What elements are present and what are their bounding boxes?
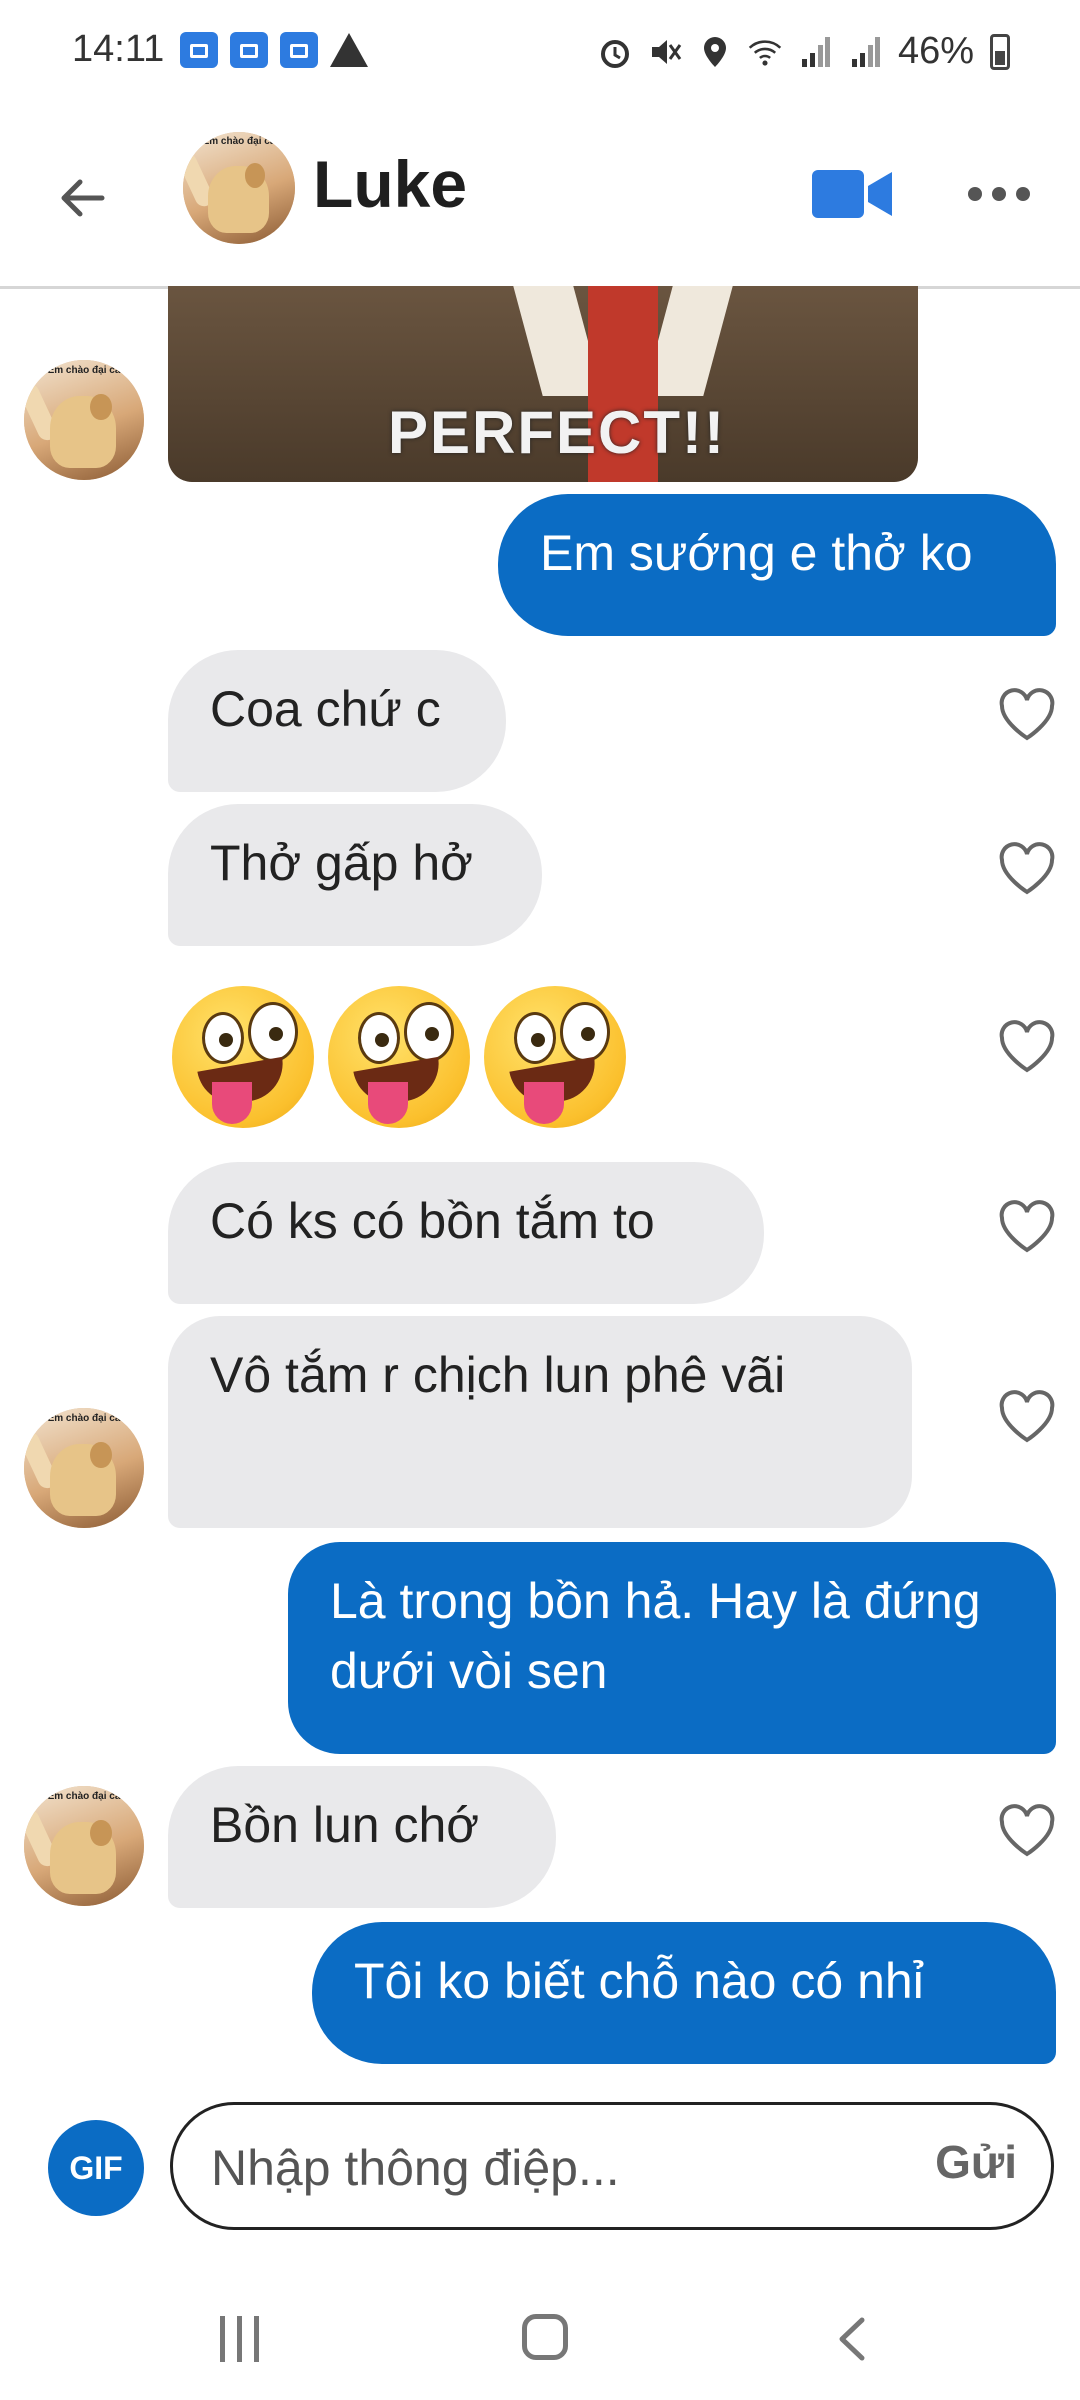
nav-back-icon[interactable] [830, 2316, 876, 2362]
more-options-button[interactable] [968, 174, 1038, 214]
avatar-caption: Em chào đại ca [202, 136, 276, 148]
zany-face-emoji [484, 986, 626, 1128]
home-icon[interactable] [522, 2314, 568, 2360]
back-button[interactable] [54, 168, 114, 228]
battery-icon [990, 33, 1010, 70]
chat-header: Em chào đại ca Luke [0, 110, 1080, 289]
location-icon [698, 35, 732, 69]
contact-name[interactable]: Luke [313, 146, 467, 222]
contact-avatar[interactable]: Em chào đại ca [183, 132, 295, 244]
more-icon-dot [992, 187, 1006, 201]
system-icons: 46% [598, 30, 1010, 73]
message-incoming[interactable]: Coa chứ c [168, 650, 506, 792]
more-icon-dot [1016, 187, 1030, 201]
message-incoming[interactable]: Bồn lun chớ [168, 1766, 556, 1908]
zany-face-emoji [172, 986, 314, 1128]
send-button[interactable]: Gửi [935, 2135, 1017, 2189]
heart-icon[interactable] [998, 1390, 1056, 1444]
avatar-caption: Em chào đại ca [47, 1790, 121, 1802]
notification-app-icon [180, 32, 218, 68]
sender-avatar[interactable]: Em chào đại ca [24, 1408, 144, 1528]
notification-app-icon [230, 32, 268, 68]
warning-icon [330, 33, 368, 67]
message-incoming[interactable]: Thở gấp hở [168, 804, 542, 946]
battery-percent: 46% [897, 30, 974, 72]
system-nav-bar [0, 2280, 1080, 2400]
message-input[interactable] [209, 2127, 853, 2209]
gif-button[interactable]: GIF [48, 2120, 144, 2216]
status-time: 14:11 [72, 28, 165, 70]
emoji-message[interactable] [172, 986, 626, 1128]
heart-icon[interactable] [998, 1020, 1056, 1074]
message-outgoing[interactable]: Em sướng e thở ko [498, 494, 1056, 636]
message-composer: Gửi [170, 2102, 1054, 2230]
heart-icon[interactable] [998, 842, 1056, 896]
notification-icons [180, 32, 368, 68]
recent-apps-icon[interactable] [220, 2316, 272, 2362]
gif-caption: PERFECT!! [388, 399, 726, 466]
zany-face-emoji [328, 986, 470, 1128]
gif-message[interactable]: PERFECT!! [168, 286, 918, 482]
status-bar: 14:11 46% [0, 0, 1080, 110]
message-incoming[interactable]: Có ks có bồn tắm to [168, 1162, 764, 1304]
notification-app-icon [280, 32, 318, 68]
avatar-caption: Em chào đại ca [47, 364, 121, 376]
message-outgoing[interactable]: Tôi ko biết chỗ nào có nhỉ [312, 1922, 1056, 2064]
heart-icon[interactable] [998, 1804, 1056, 1858]
more-icon [968, 187, 982, 201]
alarm-icon [598, 35, 632, 69]
message-outgoing[interactable]: Là trong bồn hả. Hay là đứng dưới vòi se… [288, 1542, 1056, 1754]
video-call-icon [812, 170, 892, 218]
avatar-caption: Em chào đại ca [47, 1412, 121, 1424]
mute-icon [648, 35, 682, 69]
sender-avatar[interactable]: Em chào đại ca [24, 360, 144, 480]
heart-icon[interactable] [998, 1200, 1056, 1254]
heart-icon[interactable] [998, 688, 1056, 742]
signal-icon-2 [848, 35, 882, 69]
signal-icon [798, 35, 832, 69]
back-arrow-icon [61, 179, 105, 217]
sender-avatar[interactable]: Em chào đại ca [24, 1786, 144, 1906]
video-call-button[interactable] [810, 164, 894, 224]
wifi-icon [748, 35, 782, 69]
message-incoming[interactable]: Vô tắm r chịch lun phê vãi [168, 1316, 912, 1528]
